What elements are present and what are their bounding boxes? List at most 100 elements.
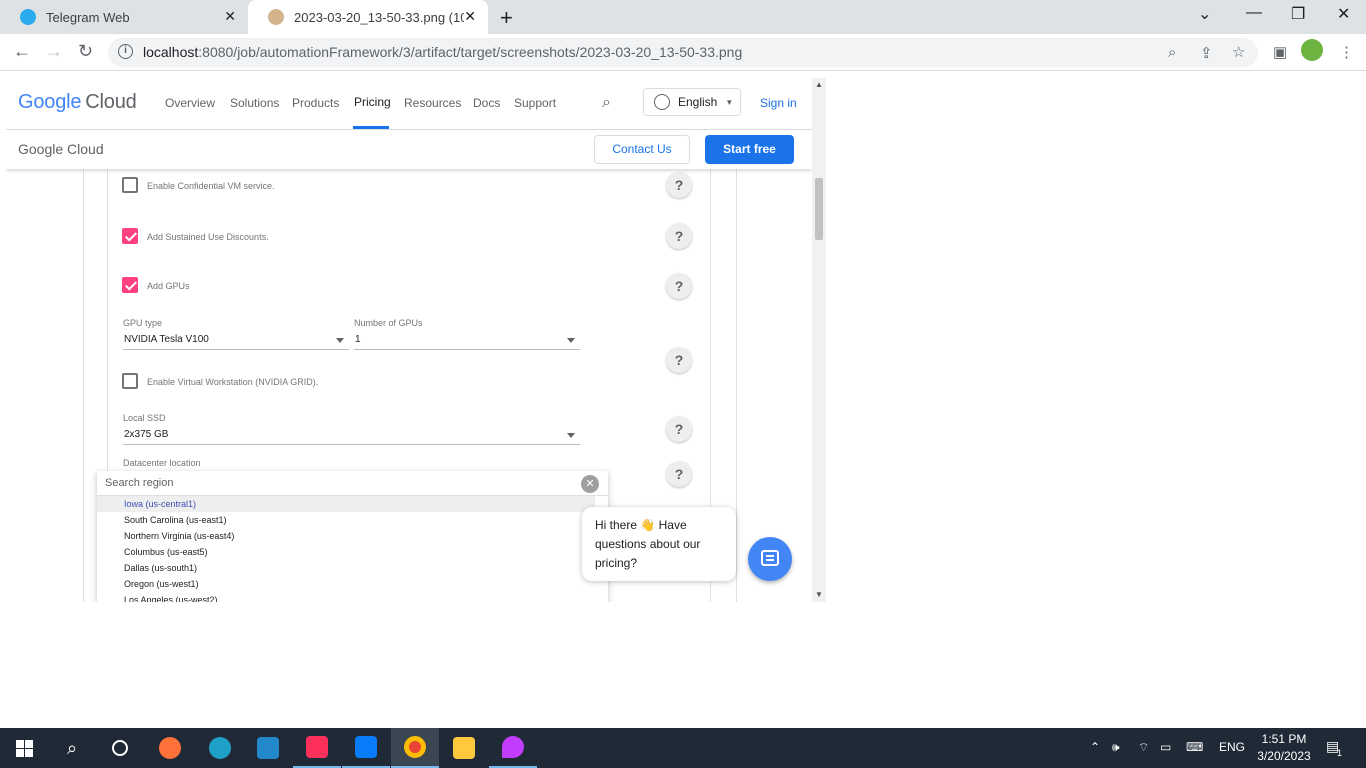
tab-screenshot[interactable]: 2023-03-20_13-50-33.png (1024 ✕ — [248, 0, 488, 34]
tab-search-icon[interactable]: ⌄ — [1198, 4, 1211, 24]
gpu-count-select[interactable]: 1 — [355, 334, 361, 345]
nav-solutions[interactable]: Solutions — [230, 96, 279, 110]
clock[interactable]: 1:51 PM 3/20/2023 — [1254, 731, 1314, 765]
help-icon[interactable]: ? — [666, 172, 692, 198]
region-option[interactable]: South Carolina (us-east1) — [97, 512, 595, 528]
chrome-taskbar[interactable] — [391, 728, 439, 768]
add-gpus-label: Add GPUs — [147, 281, 190, 291]
region-option[interactable]: Iowa (us-central1) — [97, 496, 595, 512]
language-selector[interactable]: English ▼ — [643, 88, 741, 116]
datacenter-label: Datacenter location — [123, 458, 201, 468]
search-taskbar-button[interactable]: ⌕ — [48, 728, 96, 768]
sustained-use-checkbox[interactable] — [122, 228, 138, 244]
region-search-input[interactable]: Search region — [97, 471, 608, 496]
close-window-icon[interactable]: ✕ — [1337, 4, 1350, 24]
page-scrollbar[interactable]: ▲ ▼ — [812, 78, 826, 602]
chevron-up-icon[interactable]: ⌃ — [1090, 740, 1100, 754]
local-ssd-select[interactable]: 2x375 GB — [124, 429, 168, 440]
region-dropdown: Search region ✕ Iowa (us-central1) South… — [97, 471, 608, 602]
forward-icon[interactable]: → — [45, 41, 63, 62]
tab-telegram[interactable]: Telegram Web ✕ — [0, 0, 248, 34]
start-button[interactable] — [0, 728, 48, 768]
clear-search-icon[interactable]: ✕ — [581, 475, 599, 493]
close-tab-icon[interactable]: ✕ — [224, 8, 236, 25]
volume-icon[interactable]: 🕪 — [1112, 740, 1120, 755]
chat-greeting-bubble[interactable]: Hi there 👋 Have questions about our pric… — [582, 507, 736, 581]
language-indicator[interactable]: ENG — [1219, 740, 1245, 754]
virtual-workstation-checkbox[interactable] — [122, 373, 138, 389]
edge-taskbar[interactable] — [196, 728, 244, 768]
sign-in-link[interactable]: Sign in — [760, 96, 797, 110]
logo-google: Google — [18, 91, 82, 113]
keyboard-icon[interactable]: ⌨ — [1186, 740, 1203, 754]
side-panel-icon[interactable]: ▣ — [1273, 43, 1287, 61]
scrollbar-thumb[interactable] — [815, 178, 823, 240]
help-icon[interactable]: ? — [666, 416, 692, 442]
cortana-icon — [112, 740, 128, 756]
region-option[interactable]: Columbus (us-east5) — [97, 544, 595, 560]
google-cloud-logo[interactable]: Google Cloud — [18, 91, 137, 114]
intellij-taskbar[interactable] — [293, 728, 341, 768]
firefox-taskbar[interactable] — [146, 728, 194, 768]
nav-overview[interactable]: Overview — [165, 96, 215, 110]
start-free-button[interactable]: Start free — [705, 135, 794, 164]
intellij-2-taskbar[interactable] — [342, 728, 390, 768]
task-view-button[interactable] — [96, 728, 144, 768]
gpu-type-select[interactable]: NVIDIA Tesla V100 — [124, 334, 209, 345]
help-icon[interactable]: ? — [666, 223, 692, 249]
nav-resources[interactable]: Resources — [404, 96, 461, 110]
minimize-icon[interactable]: — — [1246, 4, 1262, 22]
region-option[interactable]: Los Angeles (us-west2) — [97, 592, 595, 602]
wifi-icon[interactable]: ⌔ — [1138, 740, 1149, 755]
explorer-taskbar[interactable] — [440, 728, 488, 768]
zoom-icon[interactable]: ⌕ — [1168, 44, 1176, 61]
sustained-use-label: Add Sustained Use Discounts. — [147, 232, 269, 242]
add-gpus-checkbox[interactable] — [122, 277, 138, 293]
chat-button[interactable] — [748, 537, 792, 581]
site-header: Google Cloud Overview Solutions Products … — [6, 71, 812, 129]
nav-products[interactable]: Products — [292, 96, 339, 110]
close-tab-icon[interactable]: ✕ — [464, 8, 476, 25]
site-info-icon[interactable]: i — [118, 44, 133, 59]
scroll-up-icon[interactable]: ▲ — [815, 80, 823, 89]
spring-extension-icon[interactable] — [1301, 39, 1323, 61]
globe-icon — [654, 94, 670, 110]
chevron-down-icon — [567, 433, 575, 438]
bookmark-star-icon[interactable]: ☆ — [1232, 43, 1245, 61]
share-icon[interactable]: ⇪ — [1200, 44, 1213, 62]
chat-icon — [761, 550, 779, 566]
search-icon[interactable]: ⌕ — [602, 94, 611, 112]
browser-tab-strip: Telegram Web ✕ 2023-03-20_13-50-33.png (… — [0, 0, 1366, 34]
region-option[interactable]: Oregon (us-west1) — [97, 576, 595, 592]
sticky-subheader: Google Cloud Contact Us Start free — [6, 129, 812, 169]
browser-toolbar: ← → ↻ i localhost:8080/job/automationFra… — [0, 34, 1366, 71]
search-icon: ⌕ — [66, 737, 78, 758]
back-icon[interactable]: ← — [13, 41, 31, 62]
logo-cloud: Cloud — [85, 91, 137, 113]
clock-time: 1:51 PM — [1261, 732, 1307, 746]
url-text: localhost:8080/job/automationFramework/3… — [143, 44, 743, 60]
region-option[interactable]: Dallas (us-south1) — [97, 560, 595, 576]
confidential-vm-checkbox[interactable] — [122, 177, 138, 193]
local-ssd-label: Local SSD — [123, 413, 166, 423]
vscode-taskbar[interactable] — [244, 728, 292, 768]
nav-support[interactable]: Support — [514, 96, 556, 110]
contact-us-button[interactable]: Contact Us — [594, 135, 690, 164]
address-bar[interactable]: i localhost:8080/job/automationFramework… — [108, 38, 1258, 67]
help-icon[interactable]: ? — [666, 273, 692, 299]
new-tab-icon[interactable]: + — [500, 5, 513, 31]
restore-icon[interactable]: ❐ — [1291, 4, 1305, 24]
chevron-down-icon — [567, 338, 575, 343]
menu-kebab-icon[interactable]: ⋮ — [1339, 43, 1354, 61]
region-option[interactable]: Northern Virginia (us-east4) — [97, 528, 595, 544]
nav-pricing[interactable]: Pricing — [354, 95, 391, 109]
notification-count: 1 — [1337, 748, 1343, 758]
help-icon[interactable]: ? — [666, 461, 692, 487]
paint-taskbar[interactable] — [489, 728, 537, 768]
battery-icon[interactable]: ▭ — [1160, 740, 1171, 754]
nav-docs[interactable]: Docs — [473, 96, 500, 110]
reload-icon[interactable]: ↻ — [78, 41, 93, 62]
jenkins-icon — [268, 9, 284, 25]
help-icon[interactable]: ? — [666, 347, 692, 373]
scroll-down-icon[interactable]: ▼ — [815, 590, 823, 599]
